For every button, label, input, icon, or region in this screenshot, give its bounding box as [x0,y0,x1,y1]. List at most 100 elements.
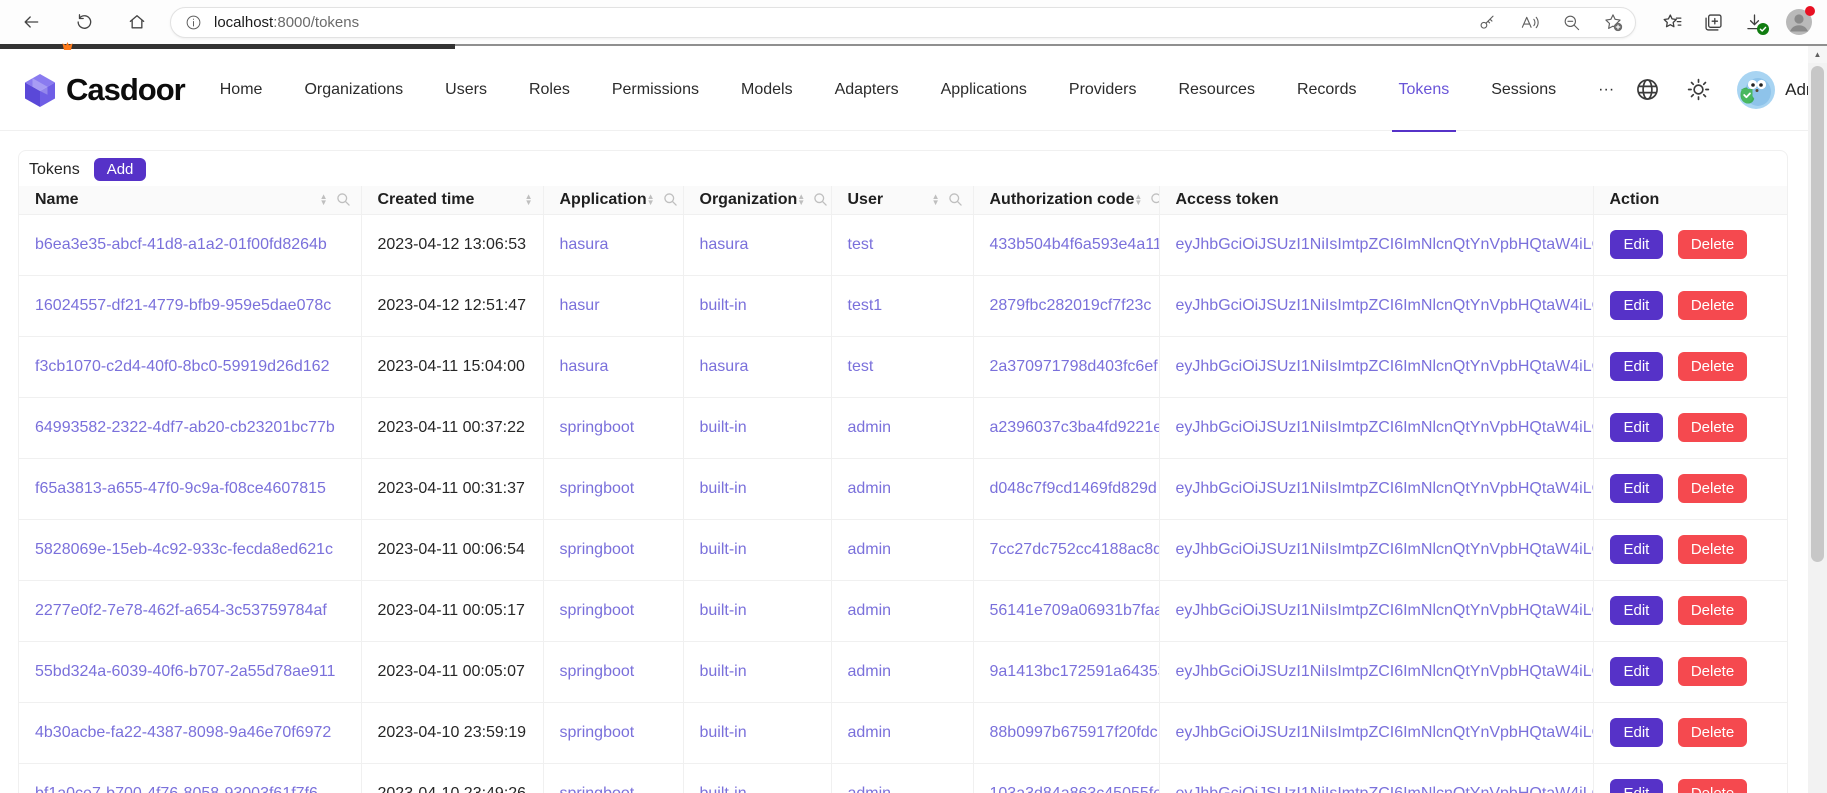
edit-button[interactable]: Edit [1610,779,1664,793]
sort-icon[interactable]: ▲▼ [932,194,940,206]
delete-button[interactable]: Delete [1678,413,1747,442]
user-link[interactable]: admin [848,724,892,741]
delete-button[interactable]: Delete [1678,352,1747,381]
application-link[interactable]: springboot [560,602,635,619]
organization-link[interactable]: built-in [700,602,747,619]
theme-toggle-button[interactable] [1686,77,1711,102]
language-globe-button[interactable] [1635,77,1660,102]
search-icon[interactable] [1150,192,1159,207]
user-link[interactable]: admin [848,480,892,497]
token-name-link[interactable]: f65a3813-a655-47f0-9c9a-f08ce4607815 [35,480,326,497]
downloads-button[interactable] [1744,12,1765,33]
search-icon[interactable] [663,192,678,207]
application-link[interactable]: springboot [560,785,635,793]
application-link[interactable]: hasura [560,236,609,253]
edit-button[interactable]: Edit [1610,657,1664,686]
organization-link[interactable]: hasura [700,236,749,253]
nav-item-tokens[interactable]: Tokens [1378,49,1471,131]
delete-button[interactable]: Delete [1678,474,1747,503]
browser-profile-button[interactable] [1785,8,1813,36]
sort-icon[interactable]: ▲▼ [797,194,805,206]
user-link[interactable]: test [848,358,874,375]
organization-link[interactable]: hasura [700,358,749,375]
nav-item-permissions[interactable]: Permissions [591,49,720,131]
edit-button[interactable]: Edit [1610,413,1664,442]
nav-item-more[interactable]: ··· [1577,49,1635,131]
column-header-name[interactable]: Name ▲▼ [19,186,361,214]
sort-icon[interactable]: ▲▼ [647,194,655,206]
sort-icon[interactable]: ▲▼ [1134,194,1142,206]
delete-button[interactable]: Delete [1678,779,1747,793]
nav-item-resources[interactable]: Resources [1157,49,1275,131]
authorization-code-link[interactable]: 433b504b4f6a593e4a11 [990,236,1160,253]
nav-item-organizations[interactable]: Organizations [283,49,424,131]
favorites-icon[interactable] [1662,12,1683,33]
read-aloud-icon[interactable] [1519,13,1540,32]
sort-icon[interactable]: ▲▼ [525,194,533,206]
delete-button[interactable]: Delete [1678,718,1747,747]
authorization-code-link[interactable]: 2879fbc282019cf7f23c [990,297,1152,314]
token-name-link[interactable]: 16024557-df21-4779-bfb9-959e5dae078c [35,297,331,314]
edit-button[interactable]: Edit [1610,291,1664,320]
token-name-link[interactable]: f3cb1070-c2d4-40f0-8bc0-59919d26d162 [35,358,329,375]
user-link[interactable]: admin [848,602,892,619]
nav-item-models[interactable]: Models [720,49,814,131]
home-button[interactable] [120,5,154,39]
user-link[interactable]: test1 [848,297,883,314]
authorization-code-link[interactable]: a2396037c3ba4fd9221e [990,419,1160,436]
scrollbar-up-arrow[interactable]: ▲ [1808,46,1827,63]
authorization-code-link[interactable]: 103a3d84a863c45055fe [990,785,1160,793]
application-link[interactable]: hasura [560,358,609,375]
organization-link[interactable]: built-in [700,541,747,558]
organization-link[interactable]: built-in [700,480,747,497]
delete-button[interactable]: Delete [1678,230,1747,259]
edit-button[interactable]: Edit [1610,352,1664,381]
authorization-code-link[interactable]: 2a370971798d403fc6ef [990,358,1158,375]
organization-link[interactable]: built-in [700,785,747,793]
application-link[interactable]: springboot [560,724,635,741]
column-header-user[interactable]: User ▲▼ [831,186,973,214]
application-link[interactable]: springboot [560,419,635,436]
nav-item-applications[interactable]: Applications [920,49,1048,131]
zoom-out-icon[interactable] [1562,13,1581,32]
authorization-code-link[interactable]: 7cc27dc752cc4188ac8d [990,541,1160,558]
page-scrollbar[interactable]: ▲ [1808,46,1827,793]
edit-button[interactable]: Edit [1610,474,1664,503]
nav-item-adapters[interactable]: Adapters [814,49,920,131]
scrollbar-thumb[interactable] [1811,66,1824,562]
user-link[interactable]: admin [848,663,892,680]
edit-button[interactable]: Edit [1610,596,1664,625]
organization-link[interactable]: built-in [700,419,747,436]
user-link[interactable]: admin [848,541,892,558]
organization-link[interactable]: built-in [700,724,747,741]
collections-icon[interactable] [1703,12,1724,33]
search-icon[interactable] [336,192,351,207]
nav-item-users[interactable]: Users [424,49,508,131]
authorization-code-link[interactable]: 88b0997b675917f20fdc [990,724,1158,741]
edit-button[interactable]: Edit [1610,535,1664,564]
delete-button[interactable]: Delete [1678,535,1747,564]
nav-item-home[interactable]: Home [199,49,284,131]
delete-button[interactable]: Delete [1678,291,1747,320]
organization-link[interactable]: built-in [700,663,747,680]
token-name-link[interactable]: 4b30acbe-fa22-4387-8098-9a46e70f6972 [35,724,331,741]
application-link[interactable]: hasur [560,297,600,314]
token-name-link[interactable]: 64993582-2322-4df7-ab20-cb23201bc77b [35,419,335,436]
authorization-code-link[interactable]: d048c7f9cd1469fd829d [990,480,1157,497]
application-link[interactable]: springboot [560,480,635,497]
search-icon[interactable] [948,192,963,207]
edit-button[interactable]: Edit [1610,718,1664,747]
nav-item-roles[interactable]: Roles [508,49,591,131]
application-link[interactable]: springboot [560,663,635,680]
organization-link[interactable]: built-in [700,297,747,314]
user-link[interactable]: admin [848,785,892,793]
nav-item-sessions[interactable]: Sessions [1470,49,1577,131]
sort-icon[interactable]: ▲▼ [320,194,328,206]
token-name-link[interactable]: bf1a0ce7-b700-4f76-8058-93003f61f7f6 [35,785,318,793]
column-header-organization[interactable]: Organization ▲▼ [683,186,831,214]
add-button[interactable]: Add [94,158,147,181]
back-button[interactable] [14,5,48,39]
user-link[interactable]: test [848,236,874,253]
casdoor-logo[interactable]: Casdoor [22,72,185,108]
add-favorite-star-icon[interactable] [1603,12,1623,32]
